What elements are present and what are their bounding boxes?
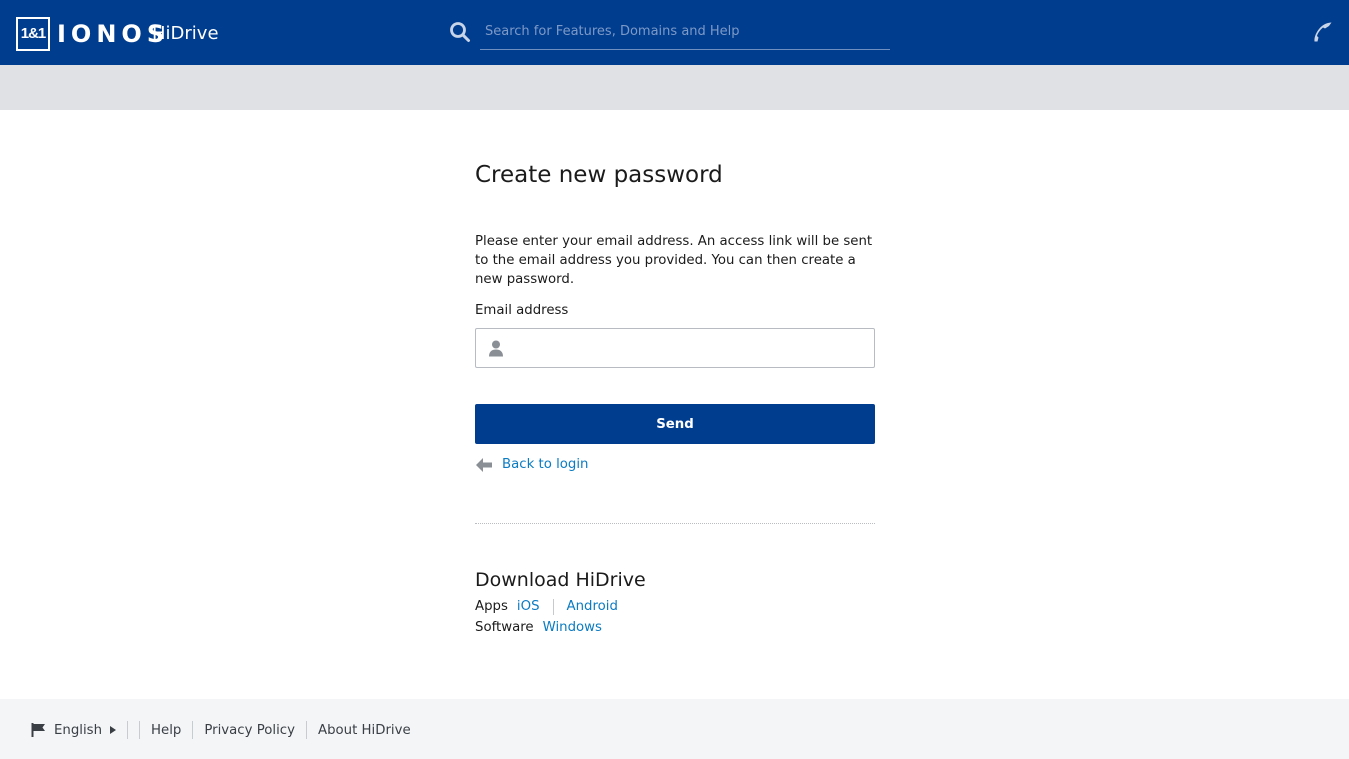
section-divider (475, 523, 875, 524)
brand-logo-mark[interactable]: 1&1 (16, 17, 50, 51)
email-field-wrapper[interactable] (475, 328, 875, 368)
send-button[interactable]: Send (475, 404, 875, 444)
privacy-policy-link[interactable]: Privacy Policy (204, 723, 295, 738)
ios-link[interactable]: iOS (517, 597, 540, 617)
footer-separator (192, 721, 194, 739)
email-label: Email address (475, 303, 569, 318)
product-name[interactable]: HiDrive (152, 21, 219, 47)
arrow-left-icon (476, 458, 492, 472)
footer-separator (305, 721, 307, 739)
search-input[interactable] (480, 14, 890, 50)
back-to-login-link[interactable]: Back to login (475, 454, 588, 476)
android-link[interactable]: Android (567, 597, 618, 617)
software-row: Software Windows (475, 618, 602, 638)
sub-header-bar (0, 65, 1349, 110)
software-label: Software (475, 620, 534, 635)
help-link[interactable]: Help (151, 723, 181, 738)
user-icon (489, 340, 503, 357)
caret-right-icon[interactable] (110, 726, 117, 734)
phone-icon[interactable] (1311, 20, 1335, 44)
page-title: Create new password (475, 162, 723, 188)
footer-nav: English Help Privacy Policy About HiDriv… (31, 719, 411, 741)
windows-link[interactable]: Windows (543, 618, 602, 638)
language-selector[interactable]: English (54, 723, 102, 738)
apps-label: Apps (475, 599, 508, 614)
footer-separator (139, 721, 141, 739)
about-hidrive-link[interactable]: About HiDrive (318, 723, 411, 738)
link-separator (552, 599, 554, 615)
email-field[interactable] (514, 329, 869, 367)
flag-icon[interactable] (31, 723, 46, 737)
download-title: Download HiDrive (475, 569, 646, 591)
apps-row: Apps iOS Android (475, 597, 618, 617)
footer-separator (127, 721, 129, 739)
search-icon[interactable] (449, 21, 471, 43)
footer: English Help Privacy Policy About HiDriv… (0, 699, 1349, 759)
top-header: 1&1 IONOS HiDrive (0, 0, 1349, 65)
back-to-login-label[interactable]: Back to login (502, 454, 588, 476)
intro-text: Please enter your email address. An acce… (475, 234, 873, 287)
